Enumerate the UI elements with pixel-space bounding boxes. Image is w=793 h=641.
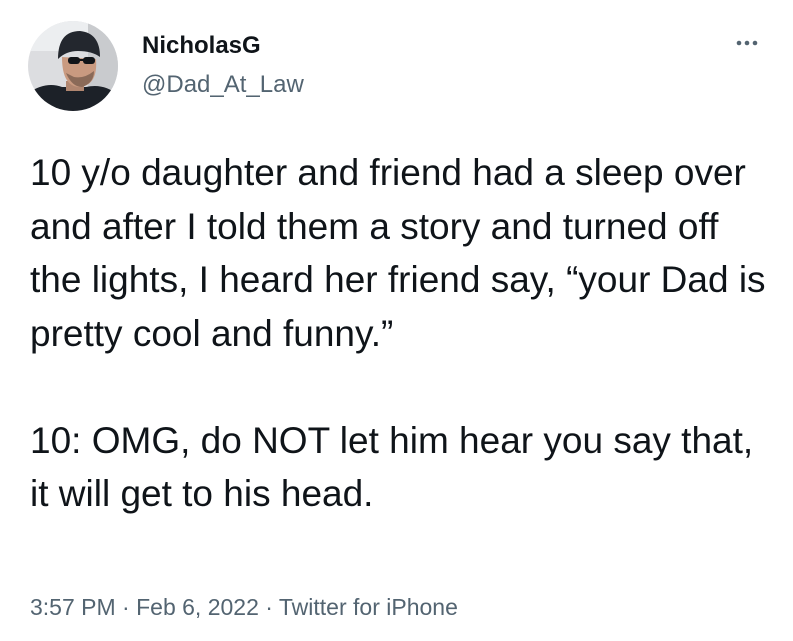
author-display-name[interactable]: NicholasG — [142, 31, 261, 61]
tweet-time[interactable]: 3:57 PM — [30, 594, 116, 620]
author-handle[interactable]: @Dad_At_Law — [142, 70, 304, 100]
tweet-card: NicholasG @Dad_At_Law 10 y/o daughter an… — [0, 0, 793, 641]
user-avatar-photo-icon — [28, 21, 118, 111]
more-options-icon — [736, 40, 758, 46]
meta-separator: · — [115, 594, 137, 620]
tweet-source[interactable]: Twitter for iPhone — [279, 594, 458, 620]
tweet-date[interactable]: Feb 6, 2022 — [136, 594, 259, 620]
tweet-meta: 3:57 PM · Feb 6, 2022 · Twitter for iPho… — [30, 592, 458, 622]
avatar[interactable] — [28, 21, 118, 111]
tweet-text: 10 y/o daughter and friend had a sleep o… — [30, 152, 766, 514]
meta-separator: · — [258, 594, 279, 620]
more-options-button[interactable] — [722, 30, 766, 56]
